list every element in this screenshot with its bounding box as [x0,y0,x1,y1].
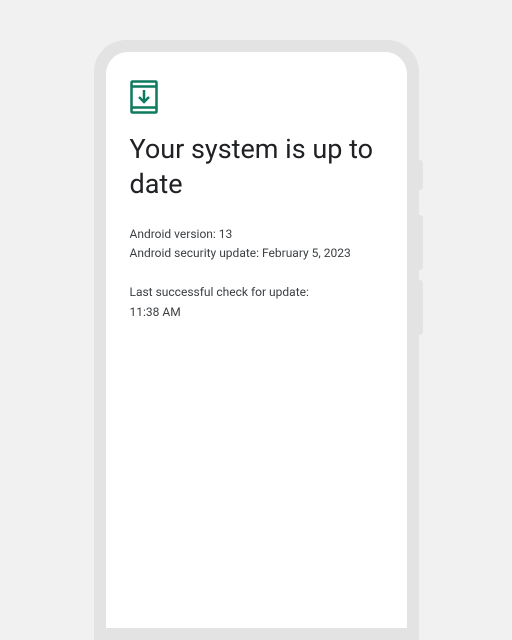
phone-side-button [419,215,423,270]
last-check-block: Last successful check for update: 11:38 … [130,283,383,321]
phone-side-button [419,160,423,190]
last-check-label: Last successful check for update: [130,283,383,302]
screen: Your system is up to date Android versio… [106,52,407,628]
system-update-icon [130,80,383,114]
page-title: Your system is up to date [130,132,383,201]
last-check-time: 11:38 AM [130,303,383,322]
android-version-line: Android version: 13 [130,225,383,244]
phone-frame: Your system is up to date Android versio… [94,40,419,640]
security-update-line: Android security update: February 5, 202… [130,244,383,263]
version-info-block: Android version: 13 Android security upd… [130,225,383,263]
phone-side-button [419,280,423,335]
